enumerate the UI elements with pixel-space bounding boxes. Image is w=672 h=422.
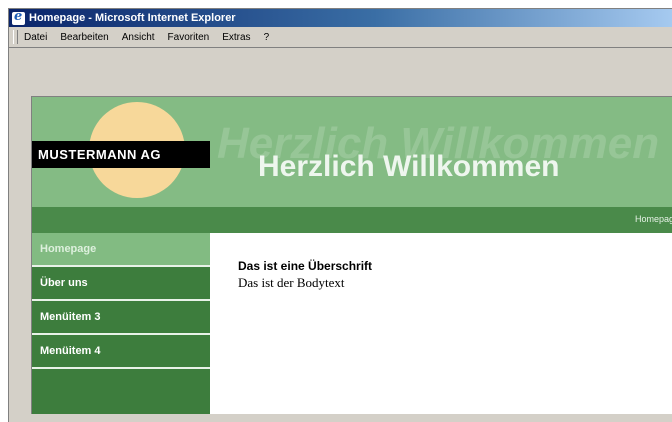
company-logo[interactable]: MUSTERMANN AG: [32, 141, 210, 168]
browser-window: Homepage - Microsoft Internet Explorer D…: [8, 8, 672, 422]
web-page-viewport: Herzlich Willkommen MUSTERMANN AG Herzli…: [31, 96, 672, 415]
title-bar[interactable]: Homepage - Microsoft Internet Explorer: [9, 9, 672, 27]
navigation-strip: Homepage: [32, 207, 672, 233]
menu-favoriten[interactable]: Favoriten: [168, 32, 210, 43]
sidebar-item-menuitem-4[interactable]: Menüitem 4: [32, 335, 210, 369]
menubar-grip-handle[interactable]: [13, 30, 18, 44]
content-body-text: Das ist der Bodytext: [238, 275, 345, 290]
sidebar-navigation: Homepage Über uns Menüitem 3 Menüitem 4: [32, 233, 210, 415]
toolbar-area: [9, 48, 672, 96]
sidebar-item-ueber-uns[interactable]: Über uns: [32, 267, 210, 301]
menu-help[interactable]: ?: [264, 32, 270, 43]
menu-ansicht[interactable]: Ansicht: [122, 32, 155, 43]
sidebar-item-homepage[interactable]: Homepage: [32, 233, 210, 267]
welcome-headline: Herzlich Willkommen: [258, 150, 560, 183]
sidebar-item-menuitem-3[interactable]: Menüitem 3: [32, 301, 210, 335]
site-header: Herzlich Willkommen MUSTERMANN AG Herzli…: [32, 97, 672, 207]
menu-extras[interactable]: Extras: [222, 32, 250, 43]
window-title: Homepage - Microsoft Internet Explorer: [29, 12, 236, 24]
menu-bearbeiten[interactable]: Bearbeiten: [60, 32, 108, 43]
content-heading: Das ist eine Überschrift: [238, 259, 373, 273]
menu-bar: Datei Bearbeiten Ansicht Favoriten Extra…: [9, 27, 672, 48]
breadcrumb[interactable]: Homepage: [635, 214, 672, 224]
menu-datei[interactable]: Datei: [24, 32, 47, 43]
main-content: Das ist eine Überschrift Das ist der Bod…: [210, 233, 672, 415]
internet-explorer-icon: [12, 9, 25, 25]
